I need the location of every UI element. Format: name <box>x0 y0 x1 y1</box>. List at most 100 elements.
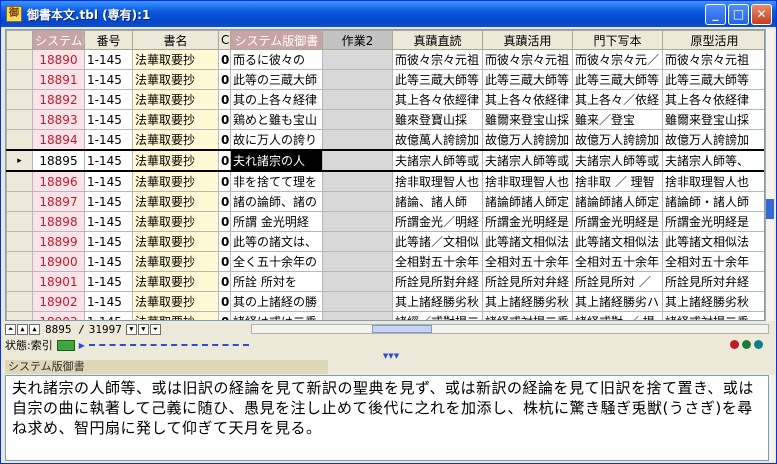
detail-scrollbar[interactable] <box>769 375 775 461</box>
close-button[interactable]: ✕ <box>751 4 772 25</box>
cell-r2: 捨非取理智人也 <box>482 170 573 192</box>
cell-book: 法華取要抄 <box>132 311 219 320</box>
cell-r3: 而彼々宗々元／ <box>572 49 663 70</box>
cell-r4: 所詮見所対弁経 <box>662 271 764 292</box>
cell-c: 0 <box>218 109 231 130</box>
cell-r3: 夫諸宗人師等或 <box>572 149 663 172</box>
cell-w2 <box>322 231 393 252</box>
cell-r3: 諸論師諸人師定 <box>572 191 663 212</box>
table-row[interactable]: 18893 1-145 法華取要抄 0 鶏めと雖も宝山 雖來登寶山採 雖爾来登宝山採 雖来／登… <box>6 109 764 130</box>
cell-r2: 所詮見所対弁経 <box>482 271 573 292</box>
table-row[interactable]: ▸ 18895 1-145 法華取要抄 0 夫れ諸宗の人 夫諸宗人師等或 夫諸宗人師等或 夫諸宗… <box>6 149 764 172</box>
table-row[interactable]: 18894 1-145 法華取要抄 0 故に万人の誇り 故億萬人誇謗加 故億万人誇謗加 故億万… <box>6 129 764 151</box>
column-header-10[interactable]: 原型活用 <box>662 30 764 50</box>
cell-ind[interactable] <box>6 291 33 312</box>
cell-r4: 而彼々宗々元祖 <box>662 49 764 70</box>
table-row[interactable]: 18891 1-145 法華取要抄 0 此等の三蔵大師 此等三蔵大師等 此等三蔵大師等 此等三… <box>6 69 764 90</box>
cell-num: 1-145 <box>84 89 133 110</box>
cell-c: 0 <box>218 231 231 252</box>
table-row[interactable]: 18896 1-145 法華取要抄 0 非を捨てて理を 捨非取理智人也 捨非取理智人也 捨非取… <box>6 170 764 192</box>
next-record-icon[interactable]: ▼ <box>125 323 137 335</box>
cell-r1: 故億萬人誇謗加 <box>392 129 483 151</box>
cell-num: 1-145 <box>84 129 133 151</box>
cell-ind[interactable]: ▸ <box>6 149 33 172</box>
title-bar[interactable]: 御 御書本文.tbl (専有):1 _ □ ✕ <box>1 1 776 27</box>
cell-c: 0 <box>218 89 231 110</box>
cell-ind[interactable] <box>6 170 33 192</box>
cell-text: 故に万人の誇り <box>230 129 323 151</box>
cell-book: 法華取要抄 <box>132 291 219 312</box>
cell-r4: 所謂金光明経是 <box>662 211 764 232</box>
scroll-thumb[interactable] <box>766 199 774 219</box>
prev-page-icon[interactable]: ▲ <box>17 323 28 335</box>
column-header-0[interactable] <box>6 30 33 50</box>
first-record-icon[interactable]: ⏶ <box>5 323 16 335</box>
column-header-4[interactable]: C <box>218 30 231 50</box>
cell-w2 <box>322 271 393 292</box>
cell-text: 此等の諸文は、 <box>230 231 323 252</box>
table-row[interactable]: 18900 1-145 法華取要抄 0 全く五十余年の 全相對五十余年 全相対五十余年 全相対… <box>6 251 764 272</box>
cell-num: 1-145 <box>84 251 133 272</box>
table-row[interactable]: 18902 1-145 法華取要抄 0 其の上諸経の勝 其上諸経勝劣秋 其上諸経勝劣秋 其上諸… <box>6 291 764 312</box>
column-header-9[interactable]: 門下写本 <box>572 30 663 50</box>
cell-ind[interactable] <box>6 191 33 212</box>
column-header-5[interactable]: システム版御書 <box>230 30 323 50</box>
cell-r4: 此等諸文相似法 <box>662 231 764 252</box>
cell-r4: 夫諸宗人師等、 <box>662 149 764 172</box>
hscroll-thumb[interactable] <box>372 325 432 333</box>
table-row[interactable]: 18899 1-145 法華取要抄 0 此等の諸文は、 此等諸／文相似 此等諸文相似法 此等諸… <box>6 231 764 252</box>
cell-ind[interactable] <box>6 231 33 252</box>
cell-r4: 雖爾来登宝山採 <box>662 109 764 130</box>
cell-ind[interactable] <box>6 311 33 320</box>
vertical-scrollbar[interactable] <box>765 29 774 321</box>
column-header-6[interactable]: 作業2 <box>322 30 393 50</box>
next-page-icon[interactable]: ▼ <box>137 323 149 335</box>
splitter-grip-icon[interactable]: ▼▼▼ <box>371 353 411 360</box>
cell-r4: 捨非取理智人也 <box>662 170 764 192</box>
cell-id: 18892 <box>32 89 85 110</box>
table-row[interactable]: 18897 1-145 法華取要抄 0 諸の論師、諸の 諸論、諸人師 諸論師諸人師定 諸論師諸… <box>6 191 764 212</box>
column-header-7[interactable]: 真蹟直読 <box>392 30 483 50</box>
prev-record-icon[interactable]: ▲ <box>29 323 40 335</box>
cell-text: 鶏めと雖も宝山 <box>230 109 323 130</box>
maximize-button[interactable]: □ <box>728 4 749 25</box>
cell-w2 <box>322 291 393 312</box>
table-row[interactable]: 18898 1-145 法華取要抄 0 所謂 金光明経 所謂金光／明経 所謂金光明経是 所謂金… <box>6 211 764 232</box>
cell-ind[interactable] <box>6 49 33 70</box>
table-row[interactable]: 189031-145法華取要抄0諸経は或は二乗諸經／或對揚二諸経或対揚二乗諸経或… <box>6 311 764 320</box>
cell-ind[interactable] <box>6 211 33 232</box>
column-header-2[interactable]: 番号 <box>84 30 133 50</box>
cell-c: 0 <box>218 271 231 292</box>
column-header-8[interactable]: 真蹟活用 <box>482 30 573 50</box>
cell-ind[interactable] <box>6 129 33 151</box>
minimize-button[interactable]: _ <box>705 4 726 25</box>
cell-w2 <box>322 191 393 212</box>
column-header-3[interactable]: 書名 <box>132 30 219 50</box>
detail-text[interactable]: 夫れ諸宗の人師等、或は旧訳の経論を見て新訳の聖典を見ず、或は新訳の経論を見て旧訳… <box>5 375 769 461</box>
cell-ind[interactable] <box>6 109 33 130</box>
cell-c: 0 <box>218 191 231 212</box>
cell-ind[interactable] <box>6 271 33 292</box>
cell-book: 法華取要抄 <box>132 211 219 232</box>
cell-c: 0 <box>218 170 231 192</box>
cell-r1: 所詮見所對弁経 <box>392 271 483 292</box>
cell-c: 0 <box>218 149 231 172</box>
cell-ind[interactable] <box>6 89 33 110</box>
cell-ind[interactable] <box>6 251 33 272</box>
cell-r2: 諸経或対揚二乗 <box>482 311 573 320</box>
table-row[interactable]: 18890 1-145 法華取要抄 0 而るに彼々の 而彼々宗々元祖 而彼々宗々元祖 而彼々宗… <box>6 49 764 70</box>
cell-r2: 雖爾来登宝山採 <box>482 109 573 130</box>
horizontal-scrollbar[interactable] <box>251 324 769 334</box>
cell-book: 法華取要抄 <box>132 89 219 110</box>
cell-book: 法華取要抄 <box>132 251 219 272</box>
cell-text: 非を捨てて理を <box>230 170 323 192</box>
last-record-icon[interactable]: ⏷ <box>149 323 161 335</box>
table-row[interactable]: 18892 1-145 法華取要抄 0 其の上各々経律 其上各々依經律 其上各々依経律 其上各… <box>6 89 764 110</box>
cell-ind[interactable] <box>6 69 33 90</box>
cell-num: 1-145 <box>84 49 133 70</box>
cell-r1: 夫諸宗人師等或 <box>392 149 483 172</box>
column-header-1[interactable]: システムNo. <box>32 30 85 50</box>
cell-c: 0 <box>218 69 231 90</box>
table-row[interactable]: 18901 1-145 法華取要抄 0 所詮 所対を 所詮見所對弁経 所詮見所対弁経 所詮見所… <box>6 271 764 292</box>
cell-r2: 而彼々宗々元祖 <box>482 49 573 70</box>
